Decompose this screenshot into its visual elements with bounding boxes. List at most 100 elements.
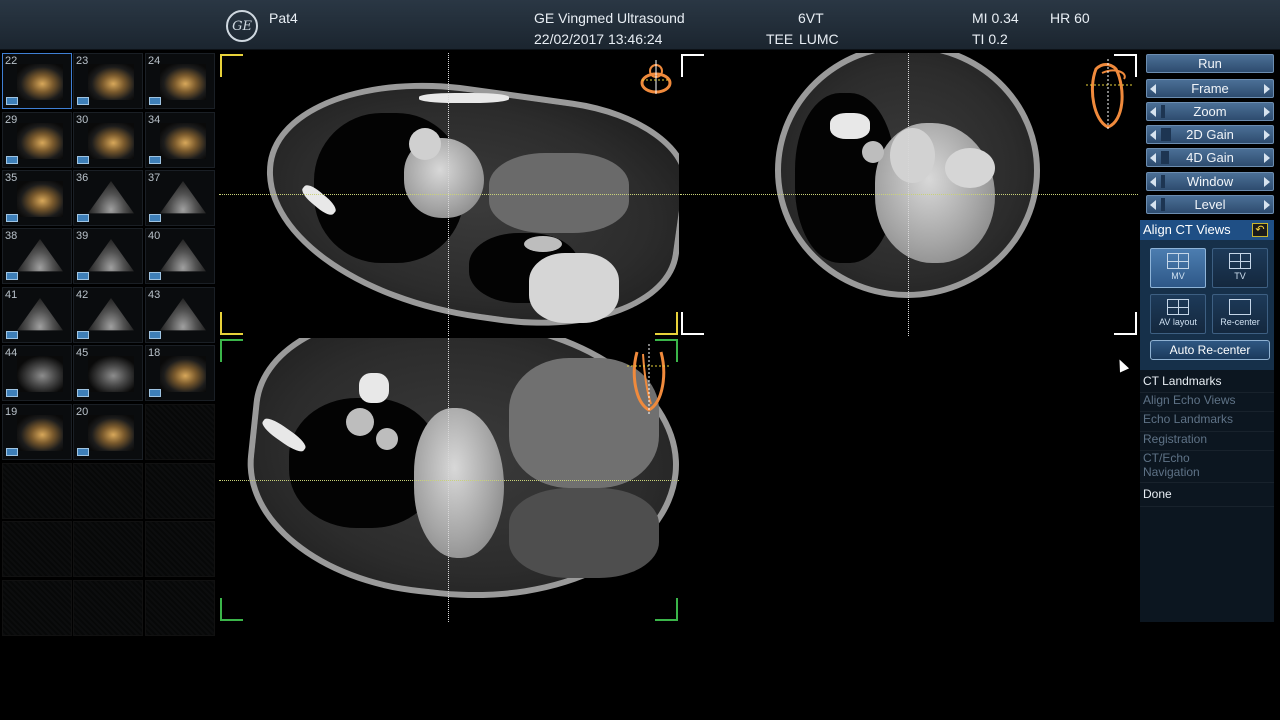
crosshair-horizontal[interactable] xyxy=(680,194,1138,195)
clip-preview xyxy=(88,356,134,392)
clip-thumbnail[interactable]: 24 xyxy=(145,53,215,109)
clip-preview xyxy=(17,239,63,272)
empty-thumbnail-slot xyxy=(73,580,143,636)
arrow-right-icon[interactable] xyxy=(1264,200,1270,210)
clip-thumbnail[interactable]: 41 xyxy=(2,287,72,343)
arrow-right-icon[interactable] xyxy=(1264,177,1270,187)
frame-control[interactable]: Frame xyxy=(1146,79,1274,98)
corner-marker-icon xyxy=(655,312,678,335)
clip-preview xyxy=(17,298,63,331)
arrow-left-icon[interactable] xyxy=(1150,130,1156,140)
arrow-left-icon[interactable] xyxy=(1150,107,1156,117)
step-registration[interactable]: Registration xyxy=(1140,432,1274,451)
crosshair-horizontal[interactable] xyxy=(219,194,679,195)
align-ct-title: Align CT Views ↶ xyxy=(1140,220,1274,240)
clip-number: 38 xyxy=(5,230,18,242)
clip-type-icon xyxy=(6,448,18,456)
patient-name: Pat4 xyxy=(269,10,298,26)
done-button[interactable]: Done xyxy=(1140,487,1274,507)
clip-thumbnail[interactable]: 37 xyxy=(145,170,215,226)
clip-thumbnail[interactable]: 44 xyxy=(2,345,72,401)
clip-preview xyxy=(88,415,134,451)
crosshair-horizontal[interactable] xyxy=(219,480,679,481)
arrow-left-icon[interactable] xyxy=(1150,153,1156,163)
corner-marker-icon xyxy=(655,598,678,621)
gain-2d-control[interactable]: 2D Gain xyxy=(1146,125,1274,144)
clip-type-icon xyxy=(77,331,89,339)
clip-number: 40 xyxy=(148,230,161,242)
corner-marker-icon xyxy=(220,312,243,335)
tile-av-layout[interactable]: AV layout xyxy=(1150,294,1206,334)
clip-preview xyxy=(160,64,206,100)
clip-preview xyxy=(17,181,63,217)
arrow-right-icon[interactable] xyxy=(1264,84,1270,94)
system-name: GE Vingmed Ultrasound xyxy=(534,10,685,26)
step-echo-landmarks[interactable]: Echo Landmarks xyxy=(1140,412,1274,432)
run-button[interactable]: Run xyxy=(1146,54,1274,73)
arrow-right-icon[interactable] xyxy=(1264,107,1270,117)
zoom-control[interactable]: Zoom xyxy=(1146,102,1274,121)
level-control[interactable]: Level xyxy=(1146,195,1274,214)
clip-type-icon xyxy=(149,97,161,105)
clip-type-icon xyxy=(6,156,18,164)
step-ct-echo-navigation[interactable]: CT/Echo Navigation xyxy=(1140,451,1274,483)
clip-thumbnail[interactable]: 40 xyxy=(145,228,215,284)
tile-tv[interactable]: TV xyxy=(1212,248,1268,288)
ct-view-axial[interactable] xyxy=(219,53,679,336)
ge-logo: GE xyxy=(226,10,258,42)
clip-thumbnail[interactable]: 20 xyxy=(73,404,143,460)
tile-recenter[interactable]: Re-center xyxy=(1212,294,1268,334)
hr-value: HR 60 xyxy=(1050,10,1090,26)
clip-thumbnail[interactable]: 18 xyxy=(145,345,215,401)
crosshair-vertical[interactable] xyxy=(908,53,909,336)
probe-name: 6VT xyxy=(798,10,824,26)
clip-thumbnail[interactable]: 35 xyxy=(2,170,72,226)
crosshair-vertical[interactable] xyxy=(448,53,449,336)
clip-thumbnail[interactable]: 38 xyxy=(2,228,72,284)
mouse-cursor-icon xyxy=(1114,357,1130,373)
ct-view-oblique[interactable] xyxy=(680,53,1138,336)
empty-thumbnail-slot xyxy=(73,521,143,577)
corner-marker-icon xyxy=(220,54,243,77)
clip-preview xyxy=(160,181,206,214)
clip-type-icon xyxy=(77,97,89,105)
window-control[interactable]: Window xyxy=(1146,172,1274,191)
clip-thumbnail[interactable]: 34 xyxy=(145,112,215,168)
tile-mv[interactable]: MV xyxy=(1150,248,1206,288)
clip-number: 39 xyxy=(76,230,89,242)
clip-number: 41 xyxy=(5,289,18,301)
clip-type-icon xyxy=(149,214,161,222)
clip-thumbnail[interactable]: 30 xyxy=(73,112,143,168)
ct-view-coronal[interactable] xyxy=(219,338,679,622)
clip-thumbnail[interactable]: 45 xyxy=(73,345,143,401)
crosshair-vertical[interactable] xyxy=(448,338,449,622)
clip-thumbnail[interactable]: 43 xyxy=(145,287,215,343)
clip-number: 34 xyxy=(148,114,161,126)
auto-recenter-button[interactable]: Auto Re-center xyxy=(1150,340,1270,360)
clip-thumbnail[interactable]: 29 xyxy=(2,112,72,168)
step-ct-landmarks[interactable]: CT Landmarks xyxy=(1140,374,1274,393)
arrow-right-icon[interactable] xyxy=(1264,153,1270,163)
clip-preview xyxy=(160,123,206,159)
clip-thumbnail[interactable]: 39 xyxy=(73,228,143,284)
gain-4d-control[interactable]: 4D Gain xyxy=(1146,148,1274,167)
step-align-echo[interactable]: Align Echo Views xyxy=(1140,393,1274,412)
clip-preview xyxy=(88,239,134,272)
clip-type-icon xyxy=(77,272,89,280)
clip-preview xyxy=(160,356,206,392)
undo-icon[interactable]: ↶ xyxy=(1252,223,1268,237)
clip-thumbnail[interactable]: 22 xyxy=(2,53,72,109)
arrow-left-icon[interactable] xyxy=(1150,177,1156,187)
clip-number: 24 xyxy=(148,55,161,67)
clip-thumbnail[interactable]: 42 xyxy=(73,287,143,343)
clip-thumbnail[interactable]: 23 xyxy=(73,53,143,109)
corner-marker-icon xyxy=(681,54,704,77)
clip-preview xyxy=(160,239,206,272)
arrow-left-icon[interactable] xyxy=(1150,84,1156,94)
arrow-right-icon[interactable] xyxy=(1264,130,1270,140)
clip-thumbnail[interactable]: 19 xyxy=(2,404,72,460)
clip-number: 35 xyxy=(5,172,18,184)
arrow-left-icon[interactable] xyxy=(1150,200,1156,210)
clip-type-icon xyxy=(6,214,18,222)
clip-thumbnail[interactable]: 36 xyxy=(73,170,143,226)
